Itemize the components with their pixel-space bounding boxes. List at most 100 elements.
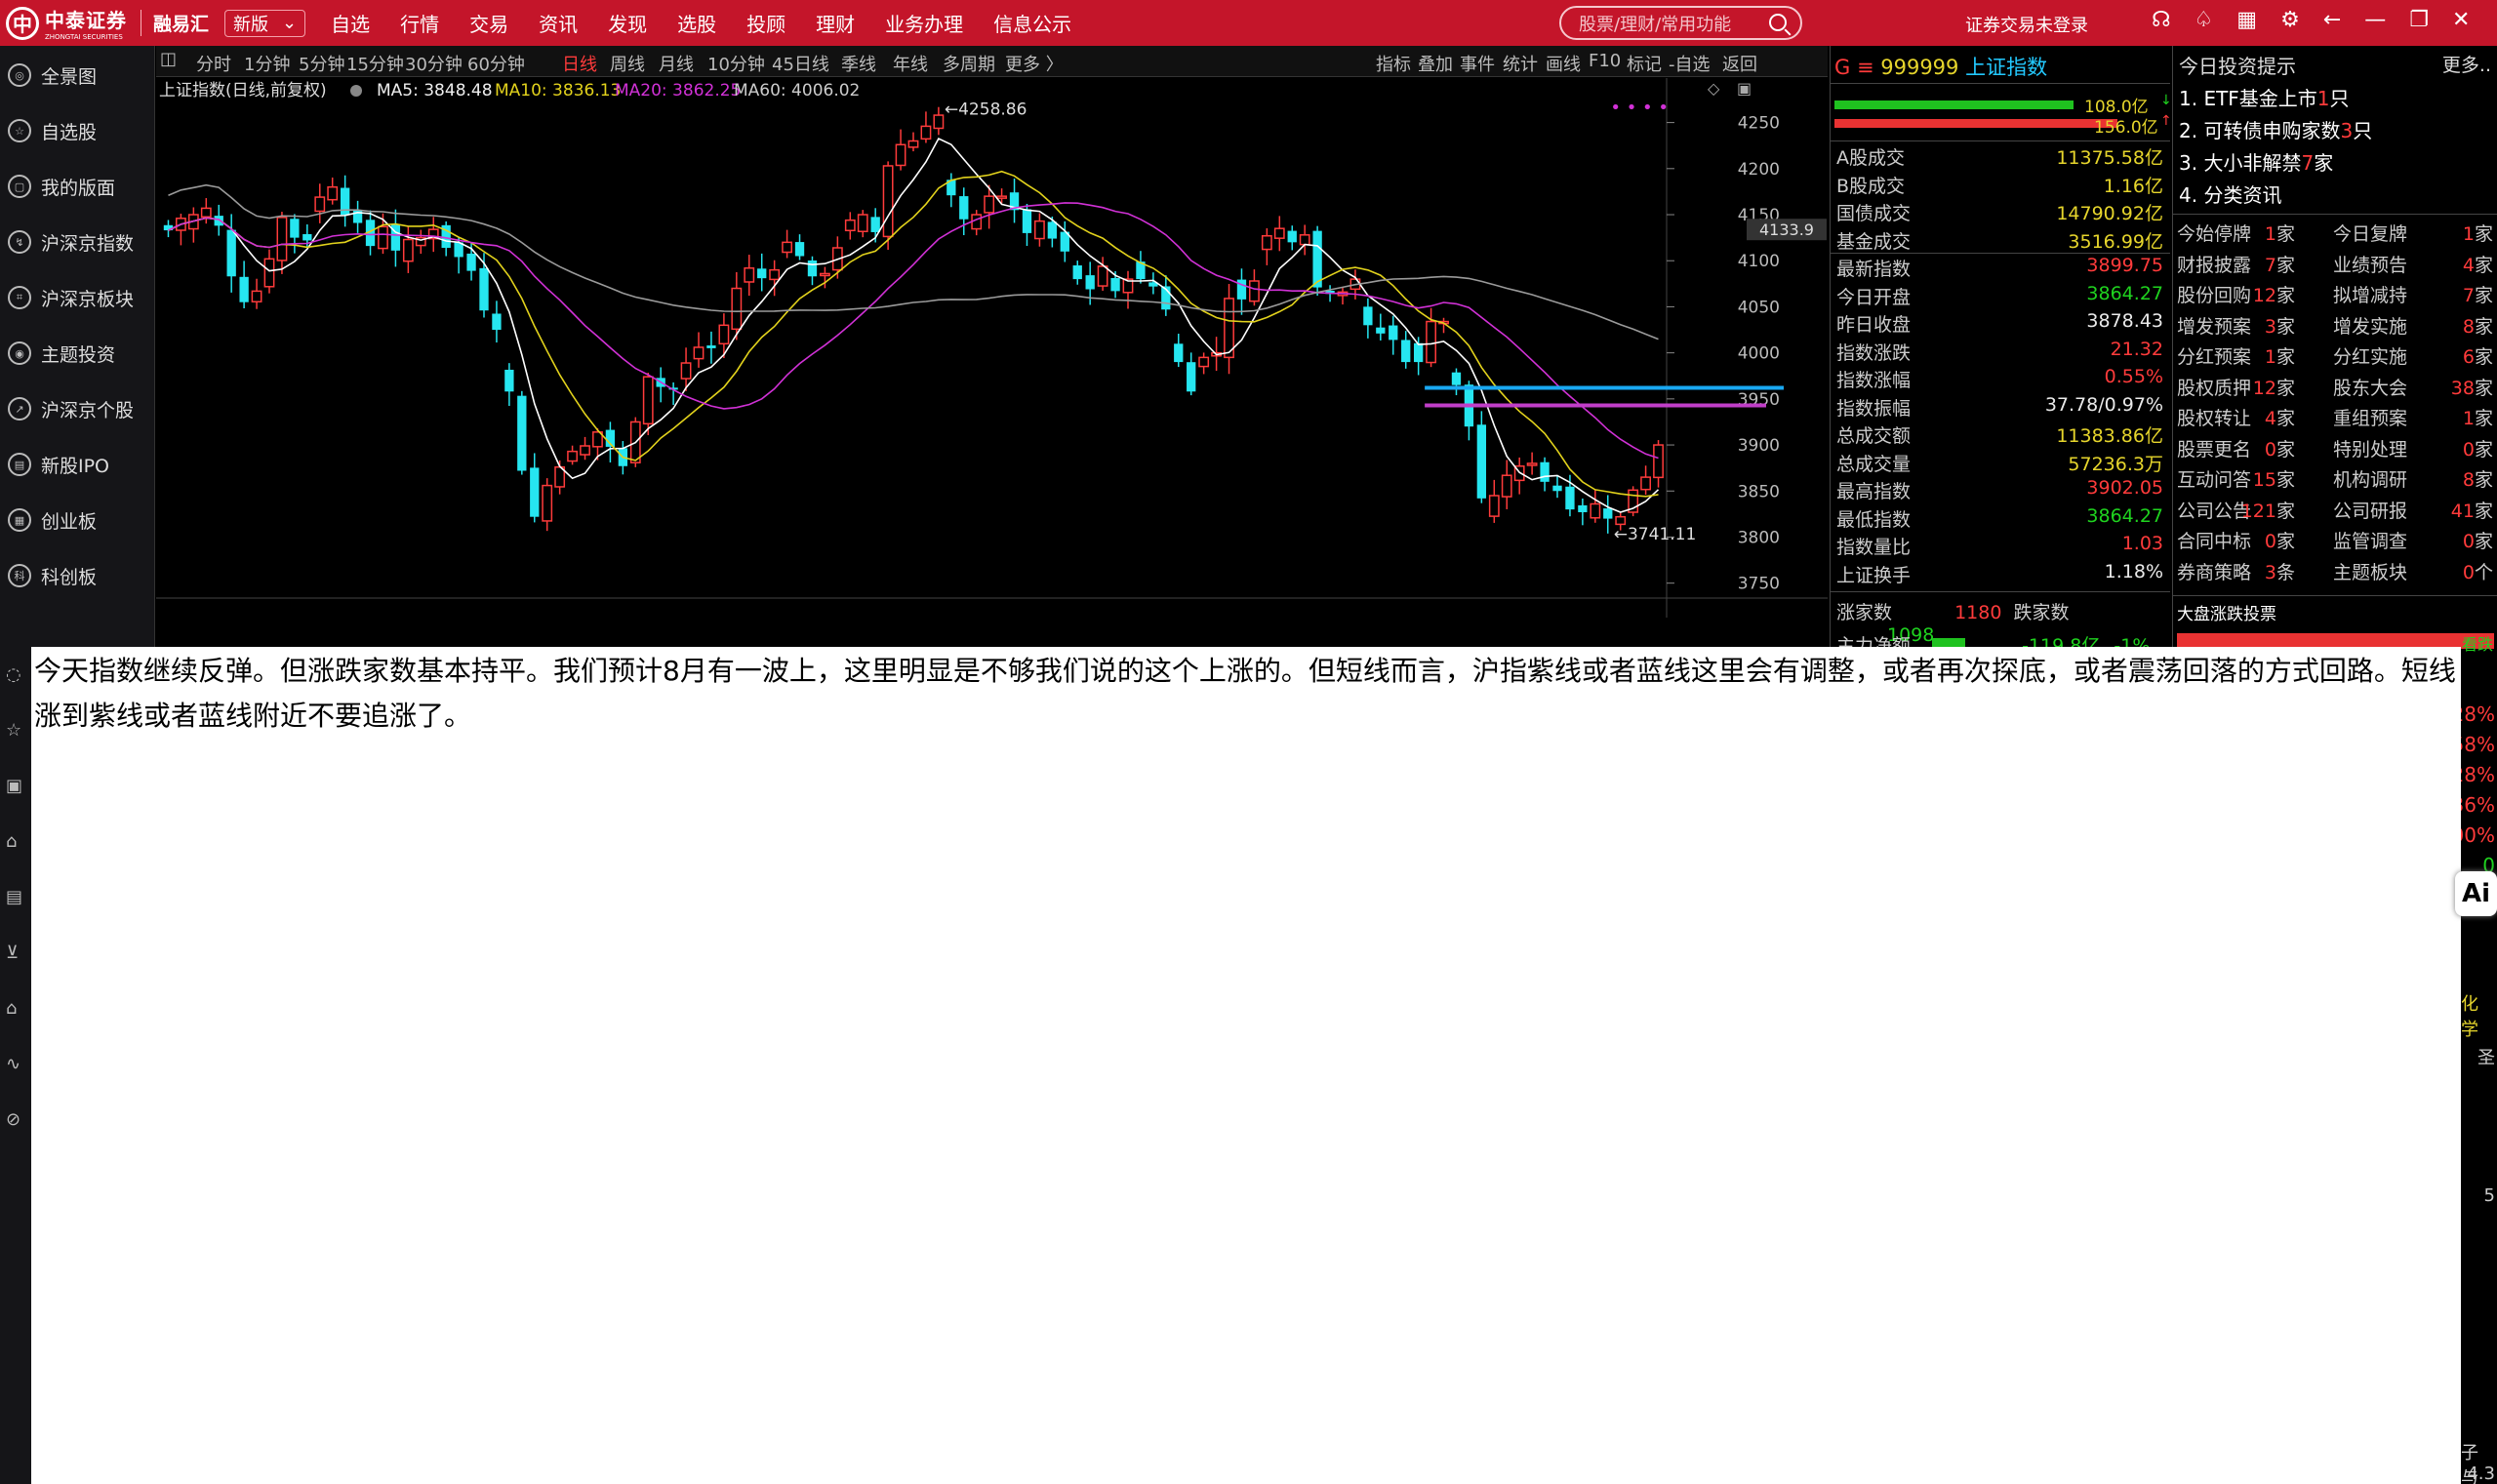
tip-grid-count[interactable]: 6家 [2463, 342, 2493, 369]
back-icon[interactable]: ← [2323, 8, 2341, 32]
shirt-icon[interactable]: ♤ [2195, 8, 2214, 32]
circle-icon[interactable]: ⊘ [6, 1092, 31, 1147]
ai-assistant-button[interactable]: Ai [2455, 871, 2497, 916]
hk-icon[interactable]: ▤ [6, 869, 31, 925]
top-menu-item[interactable]: 选股 [677, 9, 716, 37]
tip-grid-count[interactable]: 41家 [2451, 497, 2493, 523]
top-menu-item[interactable]: 发现 [608, 9, 647, 37]
period-tab[interactable]: 周线 [610, 51, 645, 76]
top-menu-item[interactable]: 信息公示 [993, 9, 1071, 37]
tip-grid-count[interactable]: 3条 [2265, 558, 2295, 584]
chart-tool-button[interactable]: 指标 [1376, 51, 1411, 76]
layout-toggle-icon[interactable]: ◫ [160, 49, 177, 69]
top-menu-item[interactable]: 理财 [816, 9, 855, 37]
sidebar-item[interactable]: ⌗ 沪深京板块 [0, 279, 155, 316]
chart-tool-button[interactable]: 返回 [1722, 51, 1757, 76]
sidebar-item[interactable]: ▢ 我的版面 [0, 168, 155, 205]
star-icon[interactable]: ☆ [6, 702, 31, 758]
tip-grid-count[interactable]: 4家 [2265, 404, 2295, 430]
period-tab[interactable]: 30分钟 [405, 51, 463, 76]
top-menu-item[interactable]: 资讯 [539, 9, 578, 37]
sidebar-item[interactable]: ◎ 全景图 [0, 57, 155, 94]
grid-icon[interactable]: ▦ [2236, 8, 2257, 32]
top-menu-item[interactable]: 交易 [469, 9, 508, 37]
restore-icon[interactable]: ❐ [2409, 8, 2429, 32]
period-tab[interactable]: 日线 [562, 51, 597, 76]
tip-item[interactable]: 1. ETF基金上市1只 [2179, 83, 2350, 111]
tip-grid-count[interactable]: 3家 [2265, 312, 2295, 339]
tip-grid-count[interactable]: 0家 [2265, 527, 2295, 553]
settings-icon[interactable]: ⚙ [2280, 8, 2300, 32]
tip-grid-count[interactable]: 12家 [2253, 374, 2295, 400]
top-menu-item[interactable]: 投顾 [746, 9, 785, 37]
sidebar-item[interactable]: ▤ 新股IPO [0, 446, 155, 483]
candle-body [466, 253, 476, 271]
tip-grid-count[interactable]: 121家 [2241, 497, 2295, 523]
wave-icon[interactable]: ∿ [6, 1036, 31, 1092]
chart-tool-button[interactable]: 画线 [1546, 51, 1581, 76]
analysis-note[interactable]: 今天指数继续反弹。但涨跌家数基本持平。我们预计8月有一波上，这里明显是不够我们说… [31, 647, 2461, 1484]
kline-chart[interactable]: 上证指数(日线,前复权) MA5: 3848.48 MA10: 3836.13 MA2… [156, 78, 1828, 642]
period-tab[interactable]: 更多 〉 [1005, 51, 1064, 76]
chart-tool-button[interactable]: 统计 [1503, 51, 1538, 76]
period-tab[interactable]: 多周期 [943, 51, 995, 76]
sidebar-item[interactable]: 科科创板 [0, 557, 155, 594]
period-tab[interactable]: 45日线 [772, 51, 829, 76]
headset-icon[interactable]: ☊ [2152, 8, 2171, 32]
chart-tool-button[interactable]: 叠加 [1418, 51, 1453, 76]
period-tab[interactable]: 分时 [196, 51, 231, 76]
sidebar-item[interactable]: ◉ 主题投资 [0, 335, 155, 372]
tip-grid-count[interactable]: 1家 [2265, 220, 2295, 246]
tip-grid-count[interactable]: 15家 [2253, 465, 2295, 492]
tip-item[interactable]: 2. 可转债申购家数3只 [2179, 115, 2372, 143]
tip-grid-count[interactable]: 8家 [2463, 465, 2493, 492]
sidebar-item[interactable]: ↗ 沪深京个股 [0, 390, 155, 427]
tip-grid-count[interactable]: 0个 [2463, 558, 2493, 584]
tip-grid-count[interactable]: 12家 [2253, 281, 2295, 307]
chat-icon[interactable]: ◌ [6, 647, 31, 702]
sidebar-item[interactable]: ↯ 沪深京指数 [0, 223, 155, 261]
login-status[interactable]: 证券交易未登录 [1965, 12, 2088, 37]
quote-row: B股成交 1.16亿 [1831, 172, 2167, 199]
chart-tool-button[interactable]: -自选 [1669, 51, 1711, 76]
tip-grid-count[interactable]: 0家 [2463, 435, 2493, 461]
period-tab[interactable]: 月线 [659, 51, 694, 76]
sidebar-item[interactable]: ☆ 自选股 [0, 112, 155, 149]
tip-grid-count[interactable]: 0家 [2265, 435, 2295, 461]
top-menu-item[interactable]: 自选 [331, 9, 370, 37]
minimize-icon[interactable]: — [2364, 8, 2386, 32]
tip-grid-count[interactable]: 38家 [2451, 374, 2493, 400]
tip-grid-count[interactable]: 7家 [2463, 281, 2493, 307]
period-tab[interactable]: 60分钟 [467, 51, 525, 76]
chart-tool-button[interactable]: F10 [1589, 51, 1621, 71]
tip-item[interactable]: 3. 大小非解禁7家 [2179, 147, 2333, 176]
chart-tool-button[interactable]: 标记 [1627, 51, 1662, 76]
top-menu-item[interactable]: 行情 [400, 9, 439, 37]
tip-item[interactable]: 4. 分类资讯 [2179, 180, 2281, 208]
tip-grid-count[interactable]: 8家 [2463, 312, 2493, 339]
period-tab[interactable]: 季线 [841, 51, 876, 76]
period-tab[interactable]: 10分钟 [707, 51, 765, 76]
period-tab[interactable]: 5分钟 [299, 51, 344, 76]
sidebar-item[interactable]: ▦ 创业板 [0, 501, 155, 539]
tip-grid-count[interactable]: 4家 [2463, 251, 2493, 277]
chart-tool-button[interactable]: 事件 [1460, 51, 1495, 76]
period-tab[interactable]: 15分钟 [346, 51, 404, 76]
bank-icon[interactable]: ⌂ [6, 814, 31, 869]
tip-grid-count[interactable]: 0家 [2463, 527, 2493, 553]
building-icon[interactable]: ⌂ [6, 981, 31, 1036]
tips-more-link[interactable]: 更多.. [2442, 51, 2491, 77]
search-input[interactable]: 股票/理财/常用功能 [1559, 6, 1802, 40]
tip-grid-count[interactable]: 1家 [2463, 404, 2493, 430]
period-tab[interactable]: 1分钟 [244, 51, 290, 76]
top-menu-item[interactable]: 业务办理 [885, 9, 963, 37]
tip-grid-count[interactable]: 1家 [2463, 220, 2493, 246]
tip-grid-count[interactable]: 7家 [2265, 251, 2295, 277]
version-select[interactable]: 新版 ⌄ [224, 9, 306, 37]
close-icon[interactable]: ✕ [2452, 8, 2470, 32]
tip-grid-count[interactable]: 1家 [2265, 342, 2295, 369]
period-tab[interactable]: 年线 [893, 51, 928, 76]
cart-icon[interactable]: ⊻ [6, 925, 31, 981]
candle-body [1273, 227, 1285, 239]
calendar-icon[interactable]: ▣ [6, 758, 31, 814]
